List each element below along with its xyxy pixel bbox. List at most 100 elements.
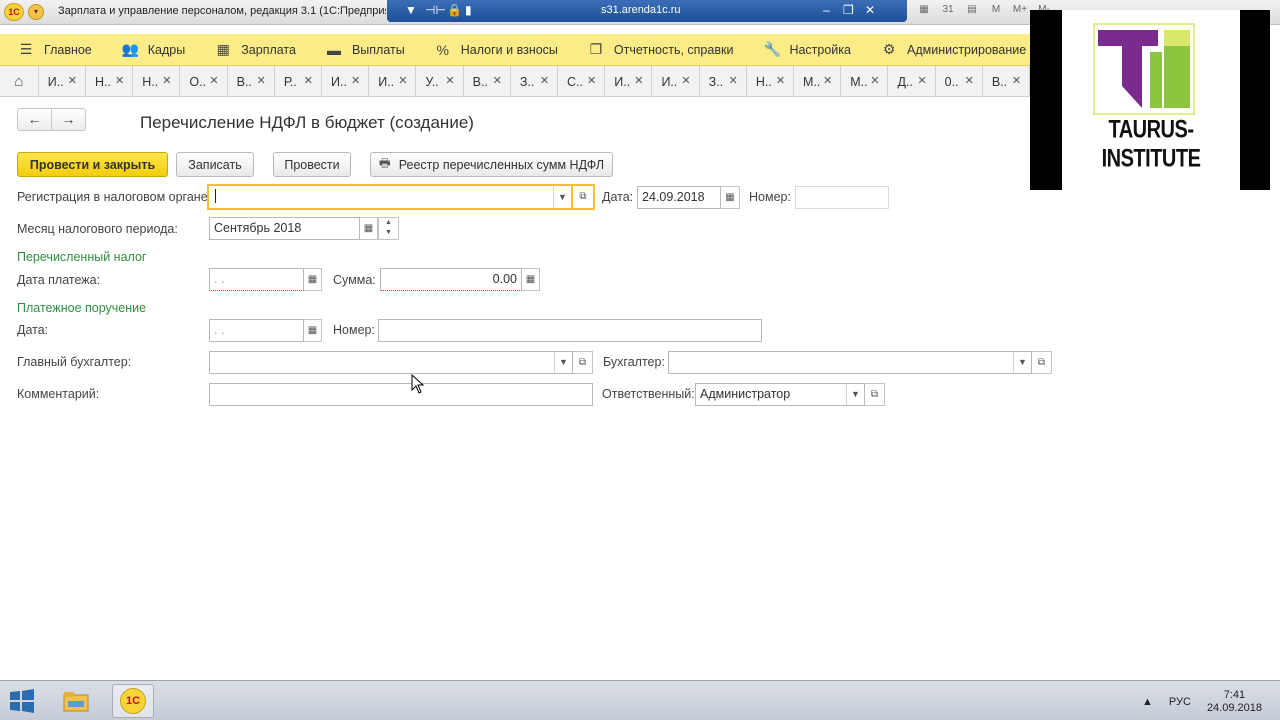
- home-icon[interactable]: ⌂: [0, 66, 39, 97]
- main-menu-icon[interactable]: ▾: [28, 4, 44, 20]
- open-window-tab[interactable]: Н.. ✕: [747, 66, 795, 97]
- section-3[interactable]: ▦ Зарплата: [197, 34, 308, 66]
- number-field[interactable]: [795, 186, 889, 209]
- open-link-icon[interactable]: ⧉: [573, 351, 593, 374]
- chevron-down-icon[interactable]: ▼: [405, 3, 417, 17]
- order-date-field[interactable]: . .: [209, 319, 304, 342]
- close-icon[interactable]: ✕: [776, 74, 785, 87]
- close-icon[interactable]: ✕: [681, 74, 690, 87]
- table-icon[interactable]: ▦: [915, 4, 933, 20]
- open-window-tab[interactable]: С.. ✕: [558, 66, 606, 97]
- close-icon[interactable]: ✕: [115, 74, 124, 87]
- back-arrow-icon[interactable]: ←: [18, 109, 51, 130]
- open-window-tab[interactable]: Н.. ✕: [133, 66, 181, 97]
- order-number-field[interactable]: [378, 319, 762, 342]
- sum-field[interactable]: 0.00: [380, 268, 522, 291]
- close-icon[interactable]: ✕: [351, 74, 360, 87]
- comment-field[interactable]: [209, 383, 593, 406]
- calculator-icon[interactable]: ▤: [963, 4, 981, 20]
- registration-field[interactable]: ▼: [207, 184, 573, 210]
- open-window-tab[interactable]: Д.. ✕: [888, 66, 936, 97]
- open-link-icon[interactable]: ⧉: [865, 383, 885, 406]
- responsible-field[interactable]: Администратор ▼: [695, 383, 865, 406]
- calendar-icon[interactable]: ▦: [360, 217, 378, 240]
- month-spinner[interactable]: ▲ ▼: [378, 217, 399, 240]
- forward-arrow-icon[interactable]: →: [51, 109, 85, 130]
- close-icon[interactable]: ✕: [587, 74, 596, 87]
- open-window-tab[interactable]: 0.. ✕: [936, 66, 983, 97]
- chief-accountant-field[interactable]: ▼: [209, 351, 573, 374]
- open-window-tab[interactable]: О.. ✕: [180, 66, 228, 97]
- section-1[interactable]: ☰ Главное: [0, 34, 104, 66]
- memory-icon[interactable]: M: [987, 4, 1005, 20]
- open-link-icon[interactable]: ⧉: [573, 184, 595, 210]
- month-field[interactable]: Сентябрь 2018: [209, 217, 360, 240]
- dropdown-arrow-icon[interactable]: ▼: [554, 352, 572, 373]
- windows-start-icon[interactable]: [8, 688, 36, 714]
- close-icon[interactable]: ✕: [634, 74, 643, 87]
- restore-icon[interactable]: ❐: [843, 3, 854, 17]
- accountant-field[interactable]: ▼: [668, 351, 1032, 374]
- section-2[interactable]: 👥 Кадры: [104, 34, 197, 66]
- close-icon[interactable]: ✕: [493, 74, 502, 87]
- calendar-icon[interactable]: ▦: [721, 186, 740, 209]
- file-explorer-icon[interactable]: [55, 684, 97, 718]
- open-window-tab[interactable]: В.. ✕: [228, 66, 275, 97]
- close-icon[interactable]: ✕: [209, 74, 218, 87]
- open-window-tab[interactable]: И.. ✕: [652, 66, 700, 97]
- section-8[interactable]: ⚙ Администрирование: [863, 34, 1038, 66]
- dropdown-arrow-icon[interactable]: ▼: [553, 186, 571, 208]
- open-link-icon[interactable]: ⧉: [1032, 351, 1052, 374]
- payment-date-field[interactable]: . .: [209, 268, 304, 291]
- open-window-tab[interactable]: М.. ✕: [841, 66, 889, 97]
- open-window-tab[interactable]: М.. ✕: [794, 66, 842, 97]
- close-icon[interactable]: ✕: [965, 74, 974, 87]
- open-window-tab[interactable]: Р.. ✕: [275, 66, 323, 97]
- close-icon[interactable]: ✕: [257, 74, 266, 87]
- pin-icon[interactable]: ⊣⊢: [425, 3, 446, 17]
- language-indicator[interactable]: РУС: [1169, 696, 1191, 708]
- post-button[interactable]: Провести: [273, 152, 351, 177]
- section-5[interactable]: % Налоги и взносы: [417, 34, 570, 66]
- close-icon[interactable]: ✕: [304, 74, 313, 87]
- memory-plus-icon[interactable]: M+: [1011, 4, 1029, 20]
- close-icon[interactable]: ✕: [1012, 74, 1021, 87]
- close-icon[interactable]: ✕: [917, 74, 926, 87]
- post-and-close-button[interactable]: Провести и закрыть: [17, 152, 168, 177]
- close-icon[interactable]: ✕: [68, 74, 77, 87]
- close-icon[interactable]: ✕: [540, 74, 549, 87]
- close-icon[interactable]: ✕: [729, 74, 738, 87]
- close-icon[interactable]: ✕: [870, 74, 879, 87]
- close-icon[interactable]: ✕: [865, 3, 875, 17]
- date-field[interactable]: 24.09.2018: [637, 186, 721, 209]
- 1c-logo-icon[interactable]: 1С: [4, 3, 24, 21]
- calculator-icon[interactable]: ▦: [522, 268, 540, 291]
- calendar-icon[interactable]: ▦: [304, 268, 322, 291]
- open-window-tab[interactable]: З.. ✕: [511, 66, 559, 97]
- section-6[interactable]: ❐ Отчетность, справки: [570, 34, 746, 66]
- save-button[interactable]: Записать: [176, 152, 254, 177]
- open-window-tab[interactable]: В.. ✕: [983, 66, 1031, 97]
- open-window-tab[interactable]: Н.. ✕: [86, 66, 134, 97]
- close-icon[interactable]: ✕: [823, 74, 832, 87]
- tray-expand-icon[interactable]: ▲: [1142, 696, 1153, 708]
- open-window-tab[interactable]: З.. ✕: [700, 66, 747, 97]
- close-icon[interactable]: ✕: [398, 74, 407, 87]
- registry-report-button[interactable]: 🖶 Реестр перечисленных сумм НДФЛ: [370, 152, 613, 177]
- close-icon[interactable]: ✕: [445, 74, 454, 87]
- close-icon[interactable]: ✕: [162, 74, 171, 87]
- open-window-tab[interactable]: У.. ✕: [416, 66, 464, 97]
- minimize-icon[interactable]: –: [823, 3, 830, 17]
- calendar-icon[interactable]: ▦: [304, 319, 322, 342]
- clock[interactable]: 7:41 24.09.2018: [1207, 689, 1262, 715]
- open-window-tab[interactable]: В.. ✕: [464, 66, 511, 97]
- dropdown-arrow-icon[interactable]: ▼: [846, 384, 864, 405]
- section-7[interactable]: 🔧 Настройка: [745, 34, 863, 66]
- dropdown-arrow-icon[interactable]: ▼: [1013, 352, 1031, 373]
- 1c-taskbar-icon[interactable]: 1С: [112, 684, 154, 718]
- section-4[interactable]: ▬ Выплаты: [308, 34, 417, 66]
- open-window-tab[interactable]: И.. ✕: [369, 66, 417, 97]
- calendar-icon[interactable]: 31: [939, 4, 957, 20]
- open-window-tab[interactable]: И.. ✕: [605, 66, 653, 97]
- open-window-tab[interactable]: И.. ✕: [322, 66, 370, 97]
